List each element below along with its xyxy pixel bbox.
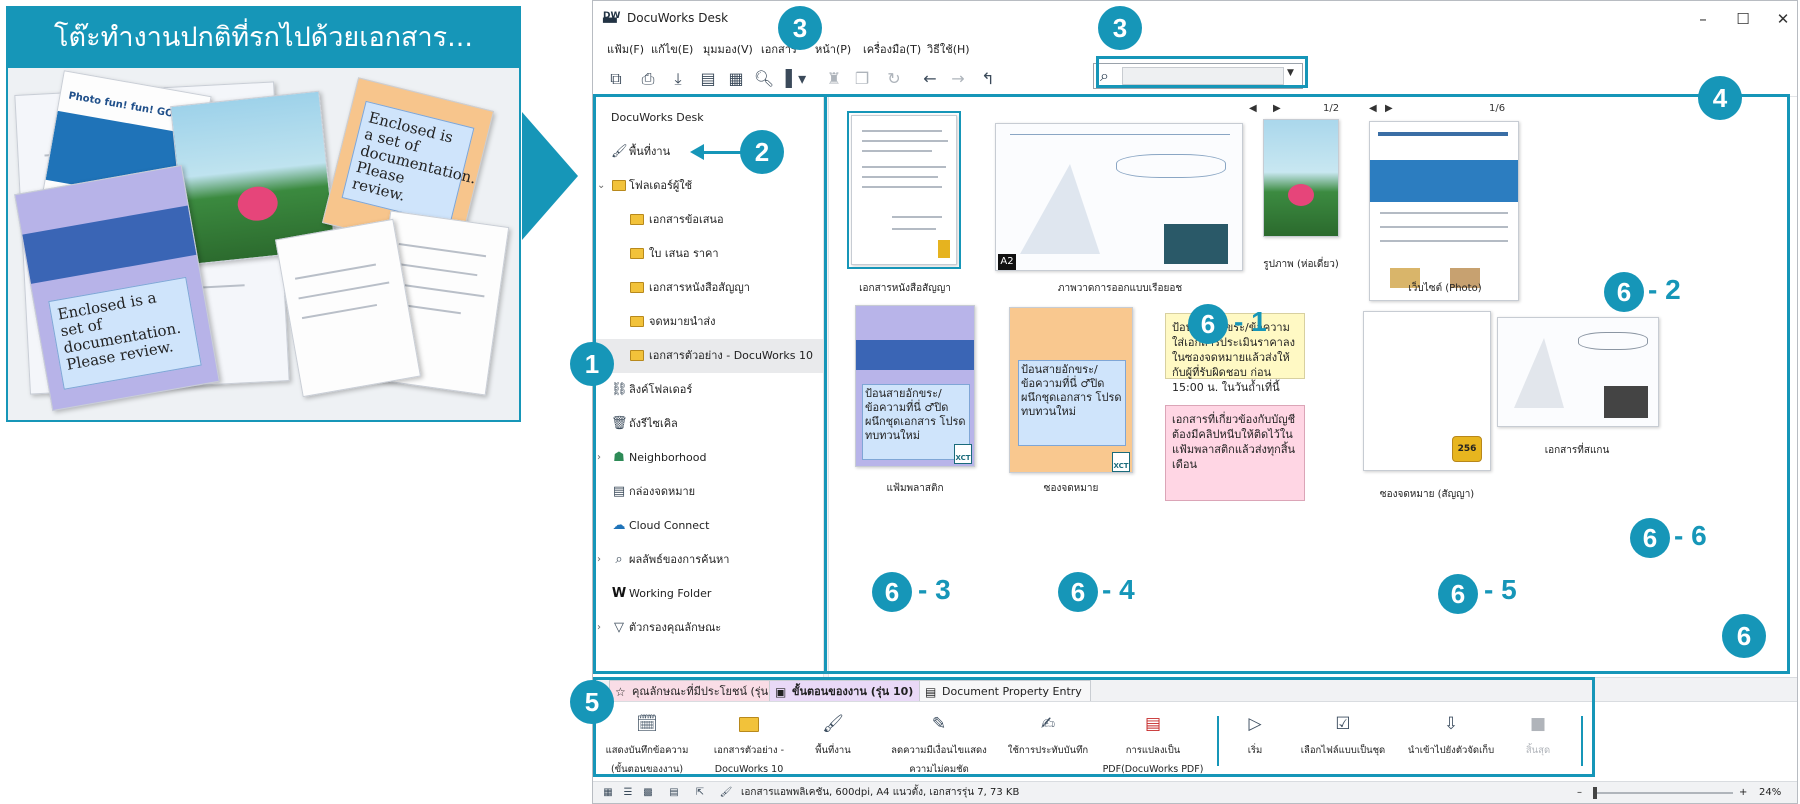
status-bar: ▦ ☰ ▩ ▤ ⇱ 🖌︎ เอกสารแอพพลิเคชัน, 600dpi, … (593, 781, 1797, 803)
callout-suffix-6-4: - 4 (1102, 574, 1135, 605)
close-button[interactable]: ✕ (1763, 7, 1800, 31)
sort-icon[interactable]: ⇱ (693, 786, 707, 800)
arrow-right-icon (522, 112, 578, 240)
menu-help[interactable]: วิธีใช้(H) (927, 40, 970, 58)
grid-view-icon[interactable]: ▩ (641, 786, 655, 800)
callout-frame-workspace (824, 94, 1790, 674)
bundle-icon[interactable]: ▌▾ (785, 68, 807, 90)
callout-badge-4: 4 (1698, 76, 1742, 120)
rotate-icon[interactable]: ↻ (883, 68, 905, 90)
list-view-icon[interactable]: ☰ (621, 786, 635, 800)
callout-suffix-6-5: - 5 (1484, 574, 1517, 605)
callout-frame-search (1096, 56, 1308, 88)
menu-edit[interactable]: แก้ไข(E) (651, 40, 693, 58)
illustration-banner: โต๊ะทำงานปกติที่รกไปด้วยเอกสาร... (8, 8, 519, 68)
callout-badge-6-3: 6 (872, 572, 912, 612)
status-text: เอกสารแอพพลิเคชัน, 600dpi, A4 แนวตั้ง, เ… (741, 787, 1020, 798)
menu-file[interactable]: แฟ้ม(F) (607, 40, 644, 58)
cluttered-desk-illustration: โต๊ะทำงานปกติที่รกไปด้วยเอกสาร... Photo … (6, 6, 521, 422)
callout-badge-6-2: 6 (1604, 272, 1644, 312)
zoom-level: 24% (1759, 787, 1782, 798)
zoom-in-button[interactable]: + (1739, 782, 1747, 804)
title-bar: DW ▀▀ DocuWorks Desk – ☐ ✕ (593, 1, 1797, 37)
import-icon[interactable]: ⤓ (667, 68, 689, 90)
split-view-icon[interactable]: ⧉ (605, 68, 627, 90)
large-icons-view-icon[interactable]: ▦ (601, 786, 615, 800)
window-title: DocuWorks Desk (627, 11, 729, 25)
properties-view-icon[interactable]: ▤ (667, 786, 681, 800)
back-icon[interactable]: ← (919, 68, 941, 90)
callout-frame-ribbon (593, 677, 1595, 777)
callout-badge-6: 6 (1722, 614, 1766, 658)
minimize-button[interactable]: – (1683, 7, 1723, 31)
copy-icon[interactable]: ❐ (851, 68, 873, 90)
workspace-icon: 🖌︎ (719, 787, 733, 798)
menu-tools[interactable]: เครื่องมือ(T) (863, 40, 921, 58)
callout-frame-sidebar (593, 94, 827, 674)
illustration-desk: Photo fun! fun! GO! Enclosed is a set of… (8, 68, 519, 420)
callout-suffix-6-6: - 6 (1674, 520, 1707, 551)
up-level-icon[interactable]: ↰ (977, 68, 999, 90)
callout-badge-6-6: 6 (1630, 518, 1670, 558)
arrow-left-icon (690, 144, 704, 160)
stamp-icon[interactable]: ♜ (823, 68, 845, 90)
menu-view[interactable]: มุมมอง(V) (703, 40, 753, 58)
callout-badge-6-1: 6 (1188, 304, 1228, 344)
zoom-slider-thumb[interactable] (1593, 787, 1597, 799)
callout-badge-6-4: 6 (1058, 572, 1098, 612)
callout-suffix-6-3: - 3 (918, 574, 951, 605)
forward-icon[interactable]: → (947, 68, 969, 90)
callout-badge-1: 1 (570, 342, 614, 386)
app-logo-icon: DW ▀▀ (603, 11, 621, 29)
folder-note: Enclosed is a set of documentation. Plea… (48, 276, 202, 390)
callout-badge-2: 2 (740, 130, 784, 174)
callout-suffix-6-2: - 2 (1648, 274, 1681, 305)
maximize-button[interactable]: ☐ (1723, 7, 1763, 31)
page-icon[interactable]: ▦ (725, 68, 747, 90)
callout-badge-5: 5 (570, 680, 614, 724)
menu-page[interactable]: หน้า(P) (815, 40, 851, 58)
zoom-slider[interactable] (1593, 787, 1733, 799)
callout-badge-6-5: 6 (1438, 574, 1478, 614)
envelope-note: Enclosed is a set of documentation. Plea… (341, 100, 478, 225)
callout-suffix-6-1: - 1 (1234, 306, 1267, 337)
scan-icon[interactable]: ▤ (697, 68, 719, 90)
print-icon[interactable]: ⎙ (637, 68, 659, 90)
zoom-out-button[interactable]: – (1577, 782, 1582, 804)
find-icon[interactable]: 🔍︎ (753, 68, 775, 90)
callout-badge-3b: 3 (1098, 6, 1142, 50)
callout-badge-3a: 3 (778, 6, 822, 50)
callout-pointer (700, 151, 744, 154)
